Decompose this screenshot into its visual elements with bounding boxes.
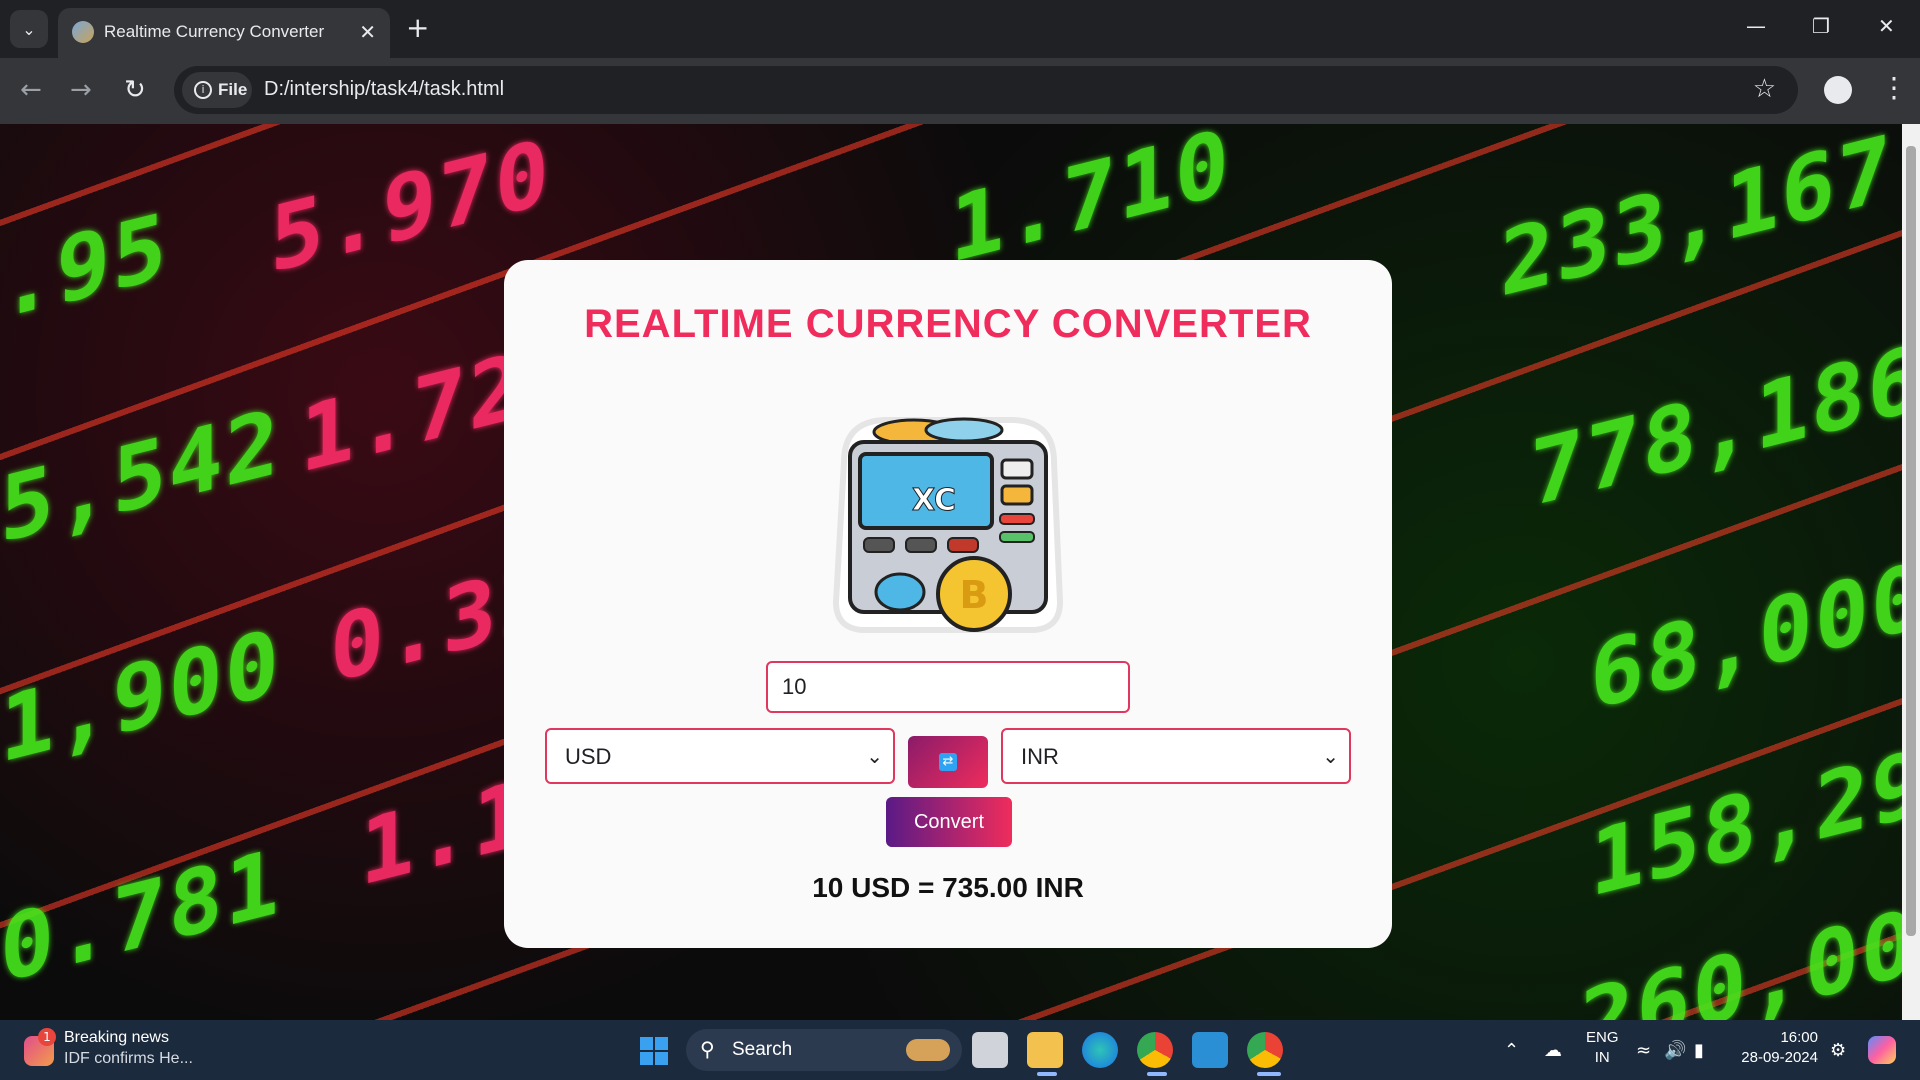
search-icon: ⚲ [700, 1037, 715, 1061]
swap-icon: ⇄ [939, 753, 957, 771]
from-currency-select[interactable]: USD ⌄ [545, 728, 895, 784]
chevron-up-icon[interactable]: ⌃ [1504, 1040, 1519, 1061]
wifi-icon[interactable]: ≈ [1636, 1040, 1651, 1061]
tab-close-icon[interactable]: ✕ [359, 20, 376, 44]
profile-avatar-icon[interactable] [1824, 76, 1852, 104]
site-info-label: File [218, 80, 248, 99]
system-clock[interactable]: 16:00 28-09-2024 [1736, 1028, 1818, 1068]
browser-toolbar: ← → ↻ i File D:/intership/task4/task.htm… [0, 58, 1920, 124]
news-title[interactable]: Breaking news [64, 1029, 169, 1047]
favicon-icon [72, 21, 94, 43]
amount-input[interactable] [766, 661, 1130, 713]
restore-icon[interactable]: ❐ [1812, 14, 1830, 38]
chrome-active-icon[interactable] [1247, 1032, 1283, 1068]
site-info-chip[interactable]: i File [182, 72, 252, 108]
chevron-down-icon: ⌄ [1322, 744, 1339, 768]
converter-card: REALTIME CURRENCY CONVERTER XC B USD ⌄ ⇄… [504, 260, 1392, 948]
url-text[interactable]: D:/intership/task4/task.html [264, 78, 504, 101]
minimize-icon[interactable]: — [1746, 14, 1766, 38]
vscode-icon[interactable] [1192, 1032, 1228, 1068]
svg-text:B: B [960, 573, 989, 617]
notification-icon[interactable]: ⚙ [1830, 1040, 1846, 1061]
bg-number: 5,542 [0, 388, 281, 565]
conversion-result: 10 USD = 735.00 INR [812, 872, 1084, 903]
bg-number: 1,900 [0, 608, 281, 785]
language-code: ENG [1586, 1029, 1619, 1046]
back-icon[interactable]: ← [20, 76, 42, 104]
taskbar: 1 Breaking news IDF confirms He... ⚲ Sea… [0, 1020, 1920, 1080]
bg-number: 778,186 [1530, 324, 1902, 529]
scrollbar-thumb[interactable] [1906, 146, 1916, 936]
clock-date: 28-09-2024 [1741, 1049, 1818, 1066]
menu-kebab-icon[interactable]: ⋮ [1880, 74, 1908, 102]
bg-number: 158,294 [1590, 714, 1902, 919]
taskbar-search-box[interactable]: ⚲ Search [686, 1029, 962, 1071]
bg-number: 68,000 [1590, 541, 1902, 732]
bg-number: 0.781 [0, 828, 281, 1005]
region-code: IN [1594, 1049, 1610, 1066]
bg-number: 233,167 [1500, 124, 1894, 319]
news-subtitle[interactable]: IDF confirms He... [64, 1050, 193, 1068]
cloud-icon[interactable]: ☁ [1544, 1040, 1562, 1061]
info-icon: i [194, 81, 212, 99]
convert-button[interactable]: Convert [886, 797, 1012, 847]
file-explorer-running-indicator [1037, 1072, 1057, 1076]
page-title: REALTIME CURRENCY CONVERTER [584, 302, 1312, 346]
clock-time: 16:00 [1780, 1029, 1818, 1046]
taskbar-search-label: Search [732, 1039, 793, 1060]
edge-icon[interactable] [1082, 1032, 1118, 1068]
chevron-down-icon: ⌄ [22, 19, 36, 39]
to-currency-select[interactable]: INR ⌄ [1001, 728, 1351, 784]
browser-tab-active[interactable]: Realtime Currency Converter ✕ [58, 8, 390, 58]
battery-icon[interactable]: ▮ [1694, 1040, 1704, 1061]
swap-currency-button[interactable]: ⇄ [908, 736, 988, 788]
file-explorer-icon[interactable] [1027, 1032, 1063, 1068]
new-tab-button[interactable]: + [406, 12, 429, 44]
language-indicator[interactable]: ENG IN [1586, 1028, 1619, 1068]
bg-number: .95 [0, 192, 169, 341]
forward-icon[interactable]: → [70, 76, 92, 104]
search-highlight-icon [906, 1039, 950, 1061]
chrome-active-indicator [1257, 1072, 1281, 1076]
bookmark-star-icon[interactable]: ☆ [1753, 74, 1776, 104]
atm-illustration: XC B [832, 417, 1064, 633]
atm-screen-text: XC [912, 483, 956, 518]
chevron-down-icon: ⌄ [866, 744, 883, 768]
tab-search-button[interactable]: ⌄ [10, 10, 48, 48]
from-currency-value: USD [565, 744, 612, 769]
volume-icon[interactable]: 🔊 [1664, 1040, 1686, 1061]
windows-start-icon[interactable] [640, 1037, 668, 1065]
task-view-icon[interactable] [972, 1032, 1008, 1068]
news-badge: 1 [38, 1028, 56, 1046]
chrome-icon[interactable] [1137, 1032, 1173, 1068]
address-bar[interactable]: i File D:/intership/task4/task.html ☆ [174, 66, 1798, 114]
reload-icon[interactable]: ↻ [124, 76, 146, 104]
tab-strip: ⌄ Realtime Currency Converter ✕ + — ❐ ✕ [0, 0, 1920, 58]
tab-title: Realtime Currency Converter [104, 22, 325, 41]
to-currency-value: INR [1021, 744, 1059, 769]
chrome-running-indicator [1147, 1072, 1167, 1076]
close-window-icon[interactable]: ✕ [1878, 14, 1895, 38]
copilot-icon[interactable] [1868, 1036, 1896, 1064]
